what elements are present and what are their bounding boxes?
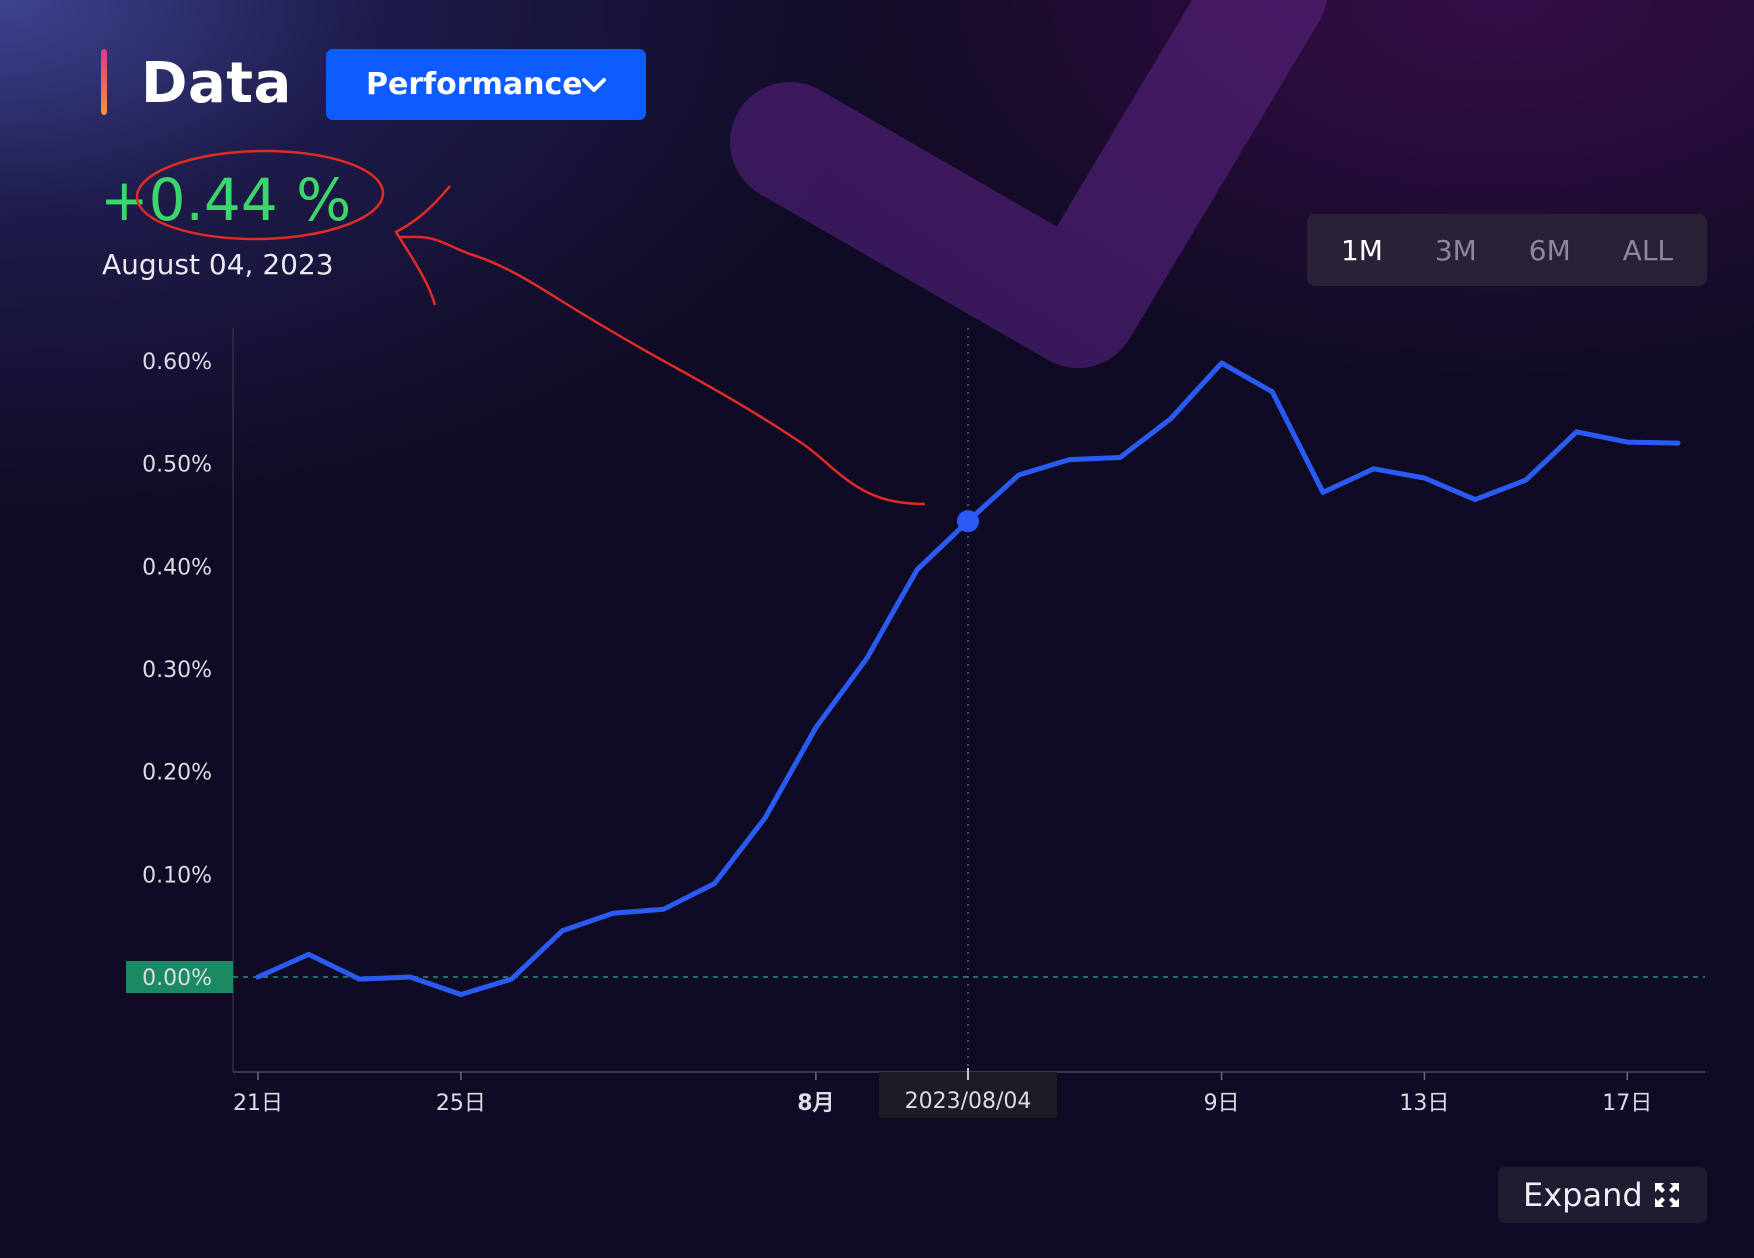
- x-tick-label: 25日: [436, 1091, 486, 1116]
- y-tick-label: 0.40%: [142, 555, 212, 580]
- y-tick-label: 0.60%: [142, 350, 212, 375]
- x-tick-label: 13日: [1399, 1091, 1449, 1116]
- y-tick-label: 0.50%: [142, 453, 212, 478]
- highlight-point[interactable]: [957, 510, 979, 533]
- expand-arrows-icon: [1655, 1183, 1679, 1207]
- x-tick-label: 8月: [797, 1091, 834, 1116]
- chart-axes: [232, 328, 1705, 1073]
- performance-line-chart: 2023/08/04 0.60% 0.50% 0.40% 0.30% 0.20% 0.10…: [126, 149, 1705, 1118]
- y-tick-label: 0.10%: [142, 863, 212, 888]
- y-axis-ticks: 0.60% 0.50% 0.40% 0.30% 0.20% 0.10% 0.00%: [126, 350, 233, 993]
- expand-button[interactable]: Expand: [1498, 1167, 1707, 1223]
- y-tick-label: 0.30%: [142, 658, 212, 683]
- x-tick-label: 9日: [1204, 1091, 1240, 1116]
- x-tick-label: 21日: [233, 1091, 283, 1116]
- expand-label: Expand: [1523, 1176, 1643, 1214]
- crosshair: 2023/08/04: [879, 328, 1057, 1118]
- y-tick-label: 0.20%: [142, 761, 212, 786]
- y-tick-label: 0.00%: [142, 966, 212, 991]
- handwritten-annotation: [135, 149, 926, 506]
- x-tick-label: 17日: [1602, 1091, 1652, 1116]
- crosshair-date-label: 2023/08/04: [905, 1089, 1032, 1114]
